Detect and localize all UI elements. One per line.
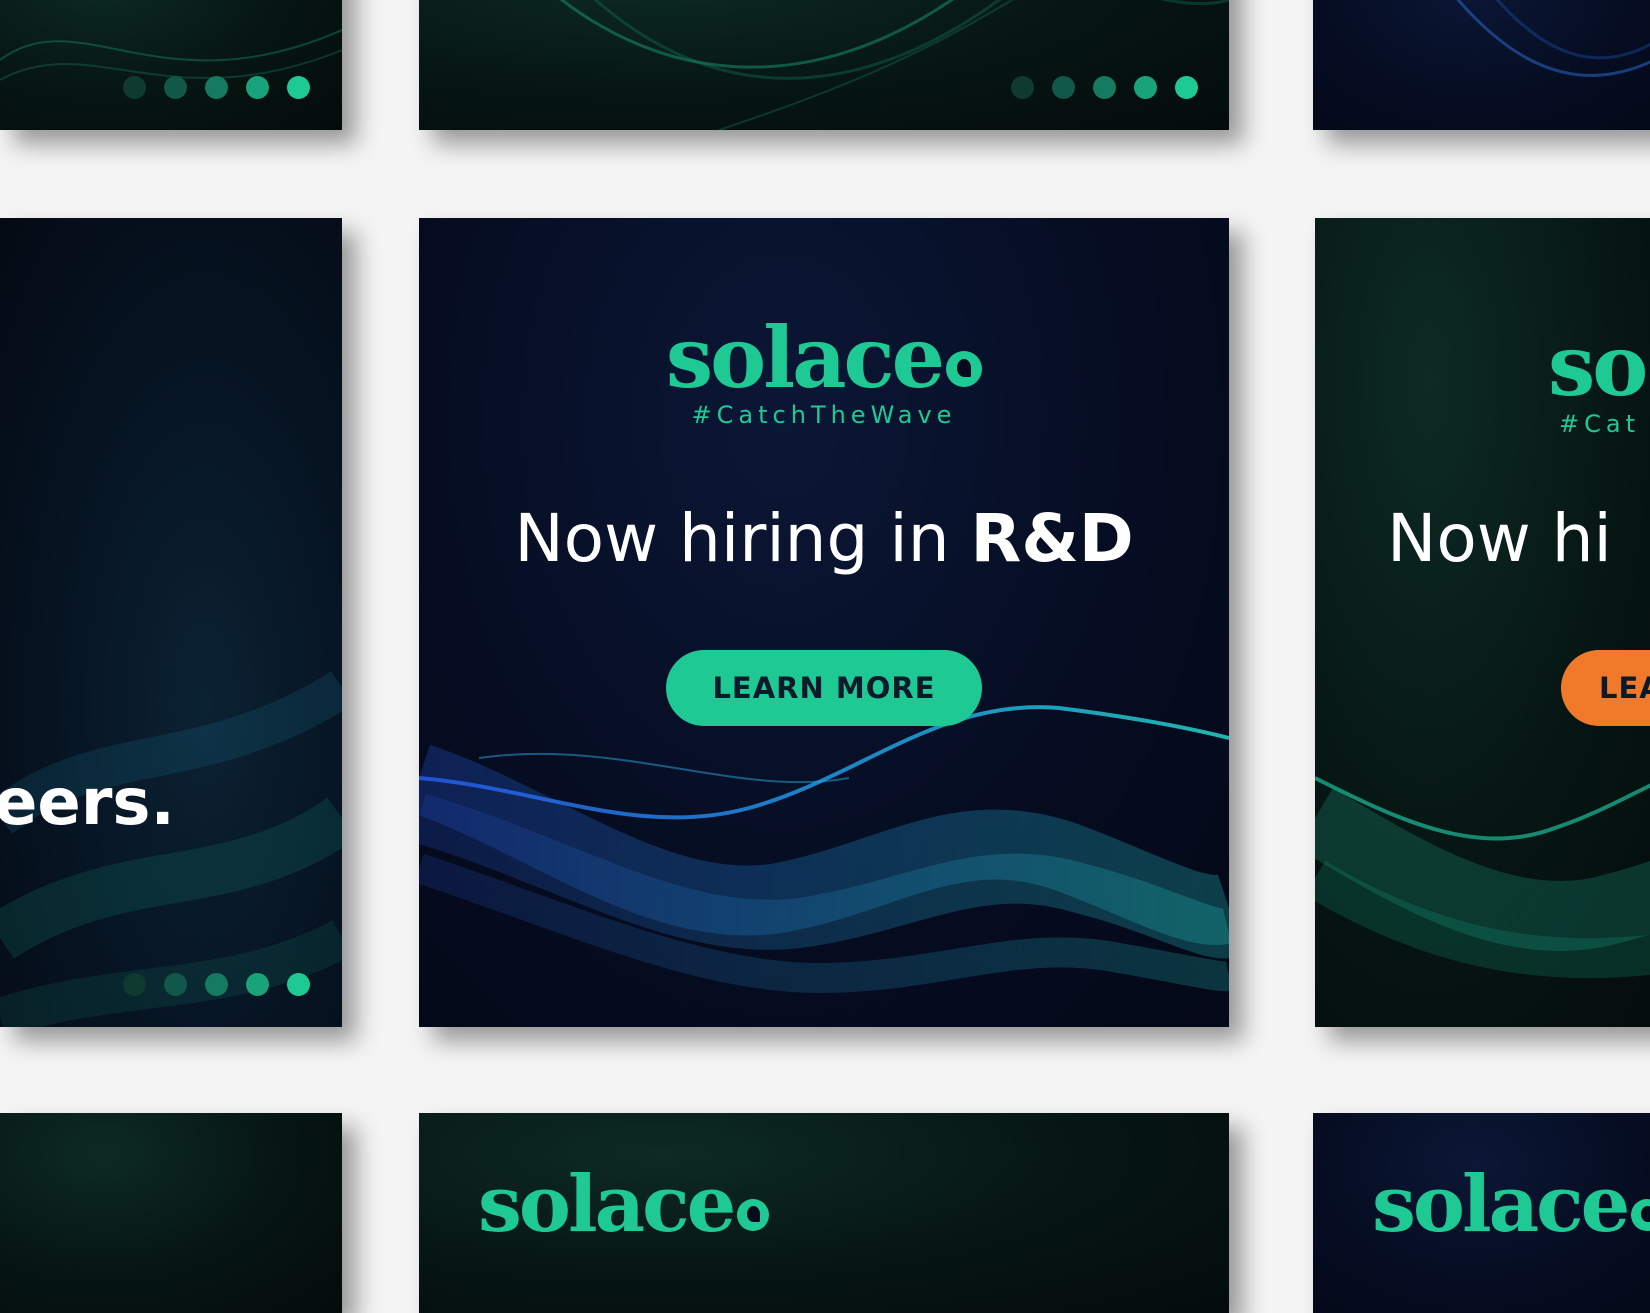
surfer-icon [1631,1199,1650,1231]
carousel-dot-active[interactable] [287,973,310,996]
brand-logo-wordmark: solace [665,308,945,407]
brand-logo: solace [478,1159,770,1250]
brand-tagline: #Cat [1559,410,1640,438]
carousel-dot[interactable] [246,973,269,996]
carousel-dot[interactable] [1093,76,1116,99]
surfer-icon [737,1199,770,1231]
brand-logo-wordmark: so [1548,316,1648,415]
wave-graphic [0,671,342,1027]
ad-tile-bottom-center: solace [419,1113,1229,1313]
carousel-dot[interactable] [205,76,228,99]
wave-graphic [559,0,1229,130]
ad-tile-top-right [1313,0,1650,130]
ad-headline: Now hiring in R&D [419,500,1229,577]
carousel-dots [123,973,310,996]
brand-tagline: #CatchTheWave [691,401,957,429]
ad-headline-department: R&D [970,500,1134,577]
carousel-dot[interactable] [1134,76,1157,99]
ad-tile-top-center [419,0,1229,130]
ad-tile-middle-right: so #Cat Now hi LEA [1315,218,1650,1027]
ad-tile-bottom-left [0,1113,342,1313]
carousel-dot-active[interactable] [287,76,310,99]
brand-logo: solace #CatchTheWave [419,308,1229,429]
brand-logo-wordmark: solace [1372,1159,1630,1250]
ad-tile-bottom-right: solace [1313,1113,1650,1313]
ad-headline: Now hi [1387,500,1612,577]
carousel-dot[interactable] [123,973,146,996]
carousel-dot[interactable] [205,973,228,996]
brand-logo: solace [1372,1159,1650,1250]
surfer-icon [946,351,983,387]
ad-tile-featured: solace #CatchTheWave Now hiring in R&D L… [419,218,1229,1027]
carousel-dot[interactable] [246,76,269,99]
learn-more-button[interactable]: LEA [1561,650,1650,726]
ad-tile-top-left [0,0,342,130]
ad-tile-middle-left: eers. [0,218,342,1027]
carousel-dots [1011,76,1198,99]
ad-headline: eers. [0,766,175,840]
carousel-dot[interactable] [164,973,187,996]
carousel-dot[interactable] [1011,76,1034,99]
carousel-dot-active[interactable] [1175,76,1198,99]
carousel-dots [123,76,310,99]
learn-more-button[interactable]: LEARN MORE [666,650,982,726]
wave-graphic [0,29,342,81]
carousel-dot[interactable] [164,76,187,99]
carousel-dot[interactable] [123,76,146,99]
carousel-dot[interactable] [1052,76,1075,99]
ad-headline-text: Now hiring in [514,500,971,577]
brand-logo-wordmark: solace [478,1159,736,1250]
wave-graphic [1456,0,1650,77]
